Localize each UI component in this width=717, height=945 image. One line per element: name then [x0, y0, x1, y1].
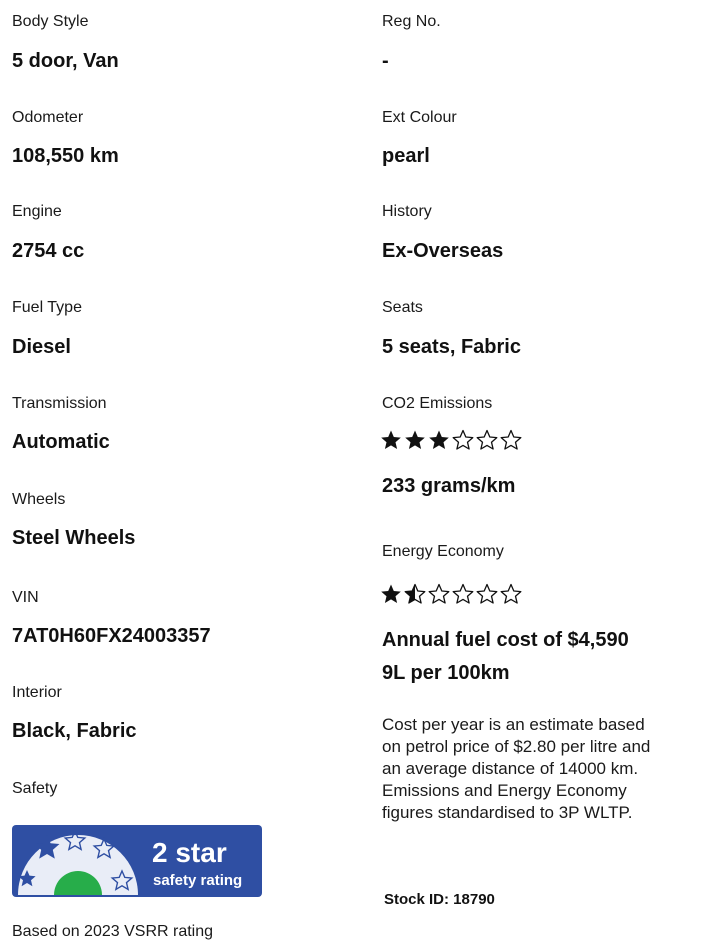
safety-label: Safety — [12, 780, 58, 797]
odometer-label: Odometer — [12, 109, 84, 126]
star-empty-icon — [476, 429, 498, 450]
history-label: History — [382, 203, 432, 220]
ext-colour-value: pearl — [382, 145, 430, 167]
vin-value: 7AT0H60FX24003357 — [12, 625, 211, 647]
interior-label: Interior — [12, 684, 62, 701]
badge-rating-text: 2 star — [152, 837, 227, 868]
fuel-cost-note-line: Emissions and Energy Economy — [382, 781, 627, 800]
fuel-type-value: Diesel — [12, 336, 71, 358]
star-full-icon — [381, 430, 401, 449]
vin-label: VIN — [12, 589, 39, 606]
co2-emissions-value: 233 grams/km — [382, 475, 516, 497]
star-empty-icon — [500, 429, 522, 450]
fuel-cost-note: Cost per year is an estimate based on pe… — [382, 714, 712, 824]
wheels-value: Steel Wheels — [12, 527, 136, 549]
wheels-label: Wheels — [12, 491, 66, 508]
star-full-icon — [429, 430, 449, 449]
transmission-label: Transmission — [12, 395, 107, 412]
history-value: Ex-Overseas — [382, 240, 504, 262]
fuel-cost-note-line: figures standardised to 3P WLTP. — [382, 803, 633, 822]
fuel-cost-note-line: on petrol price of $2.80 per litre and — [382, 737, 651, 756]
star-full-icon — [405, 430, 425, 449]
safety-rating-badge: 2 star safety rating — [12, 825, 262, 897]
fuel-cost-note-line: an average distance of 14000 km. — [382, 759, 639, 778]
engine-value: 2754 cc — [12, 240, 85, 262]
reg-no-label: Reg No. — [382, 13, 441, 30]
safety-footnote: Based on 2023 VSRR rating — [12, 923, 214, 940]
body-style-value: 5 door, Van — [12, 50, 119, 72]
star-empty-icon — [476, 583, 498, 604]
body-style-label: Body Style — [12, 13, 89, 30]
fuel-consumption: 9L per 100km — [382, 662, 510, 684]
fuel-cost-note-line: Cost per year is an estimate based — [382, 715, 645, 734]
star-empty-icon — [428, 583, 450, 604]
star-empty-icon — [452, 583, 474, 604]
co2-rating-stars — [380, 429, 522, 451]
star-half-icon — [404, 583, 426, 604]
annual-fuel-cost: Annual fuel cost of $4,590 — [382, 629, 629, 651]
stock-id: Stock ID: 18790 — [384, 891, 495, 908]
star-full-icon — [381, 584, 401, 603]
star-empty-icon — [452, 429, 474, 450]
star-empty-icon — [500, 583, 522, 604]
ext-colour-label: Ext Colour — [382, 109, 457, 126]
seats-value: 5 seats, Fabric — [382, 336, 521, 358]
energy-economy-rating-stars — [380, 583, 522, 605]
reg-no-value: - — [382, 50, 389, 72]
badge-caption-text: safety rating — [153, 872, 242, 889]
fuel-type-label: Fuel Type — [12, 299, 82, 316]
engine-label: Engine — [12, 203, 62, 220]
co2-emissions-label: CO2 Emissions — [382, 395, 493, 412]
transmission-value: Automatic — [12, 431, 110, 453]
interior-value: Black, Fabric — [12, 720, 137, 742]
odometer-value: 108,550 km — [12, 145, 119, 167]
seats-label: Seats — [382, 299, 423, 316]
energy-economy-label: Energy Economy — [382, 543, 504, 560]
